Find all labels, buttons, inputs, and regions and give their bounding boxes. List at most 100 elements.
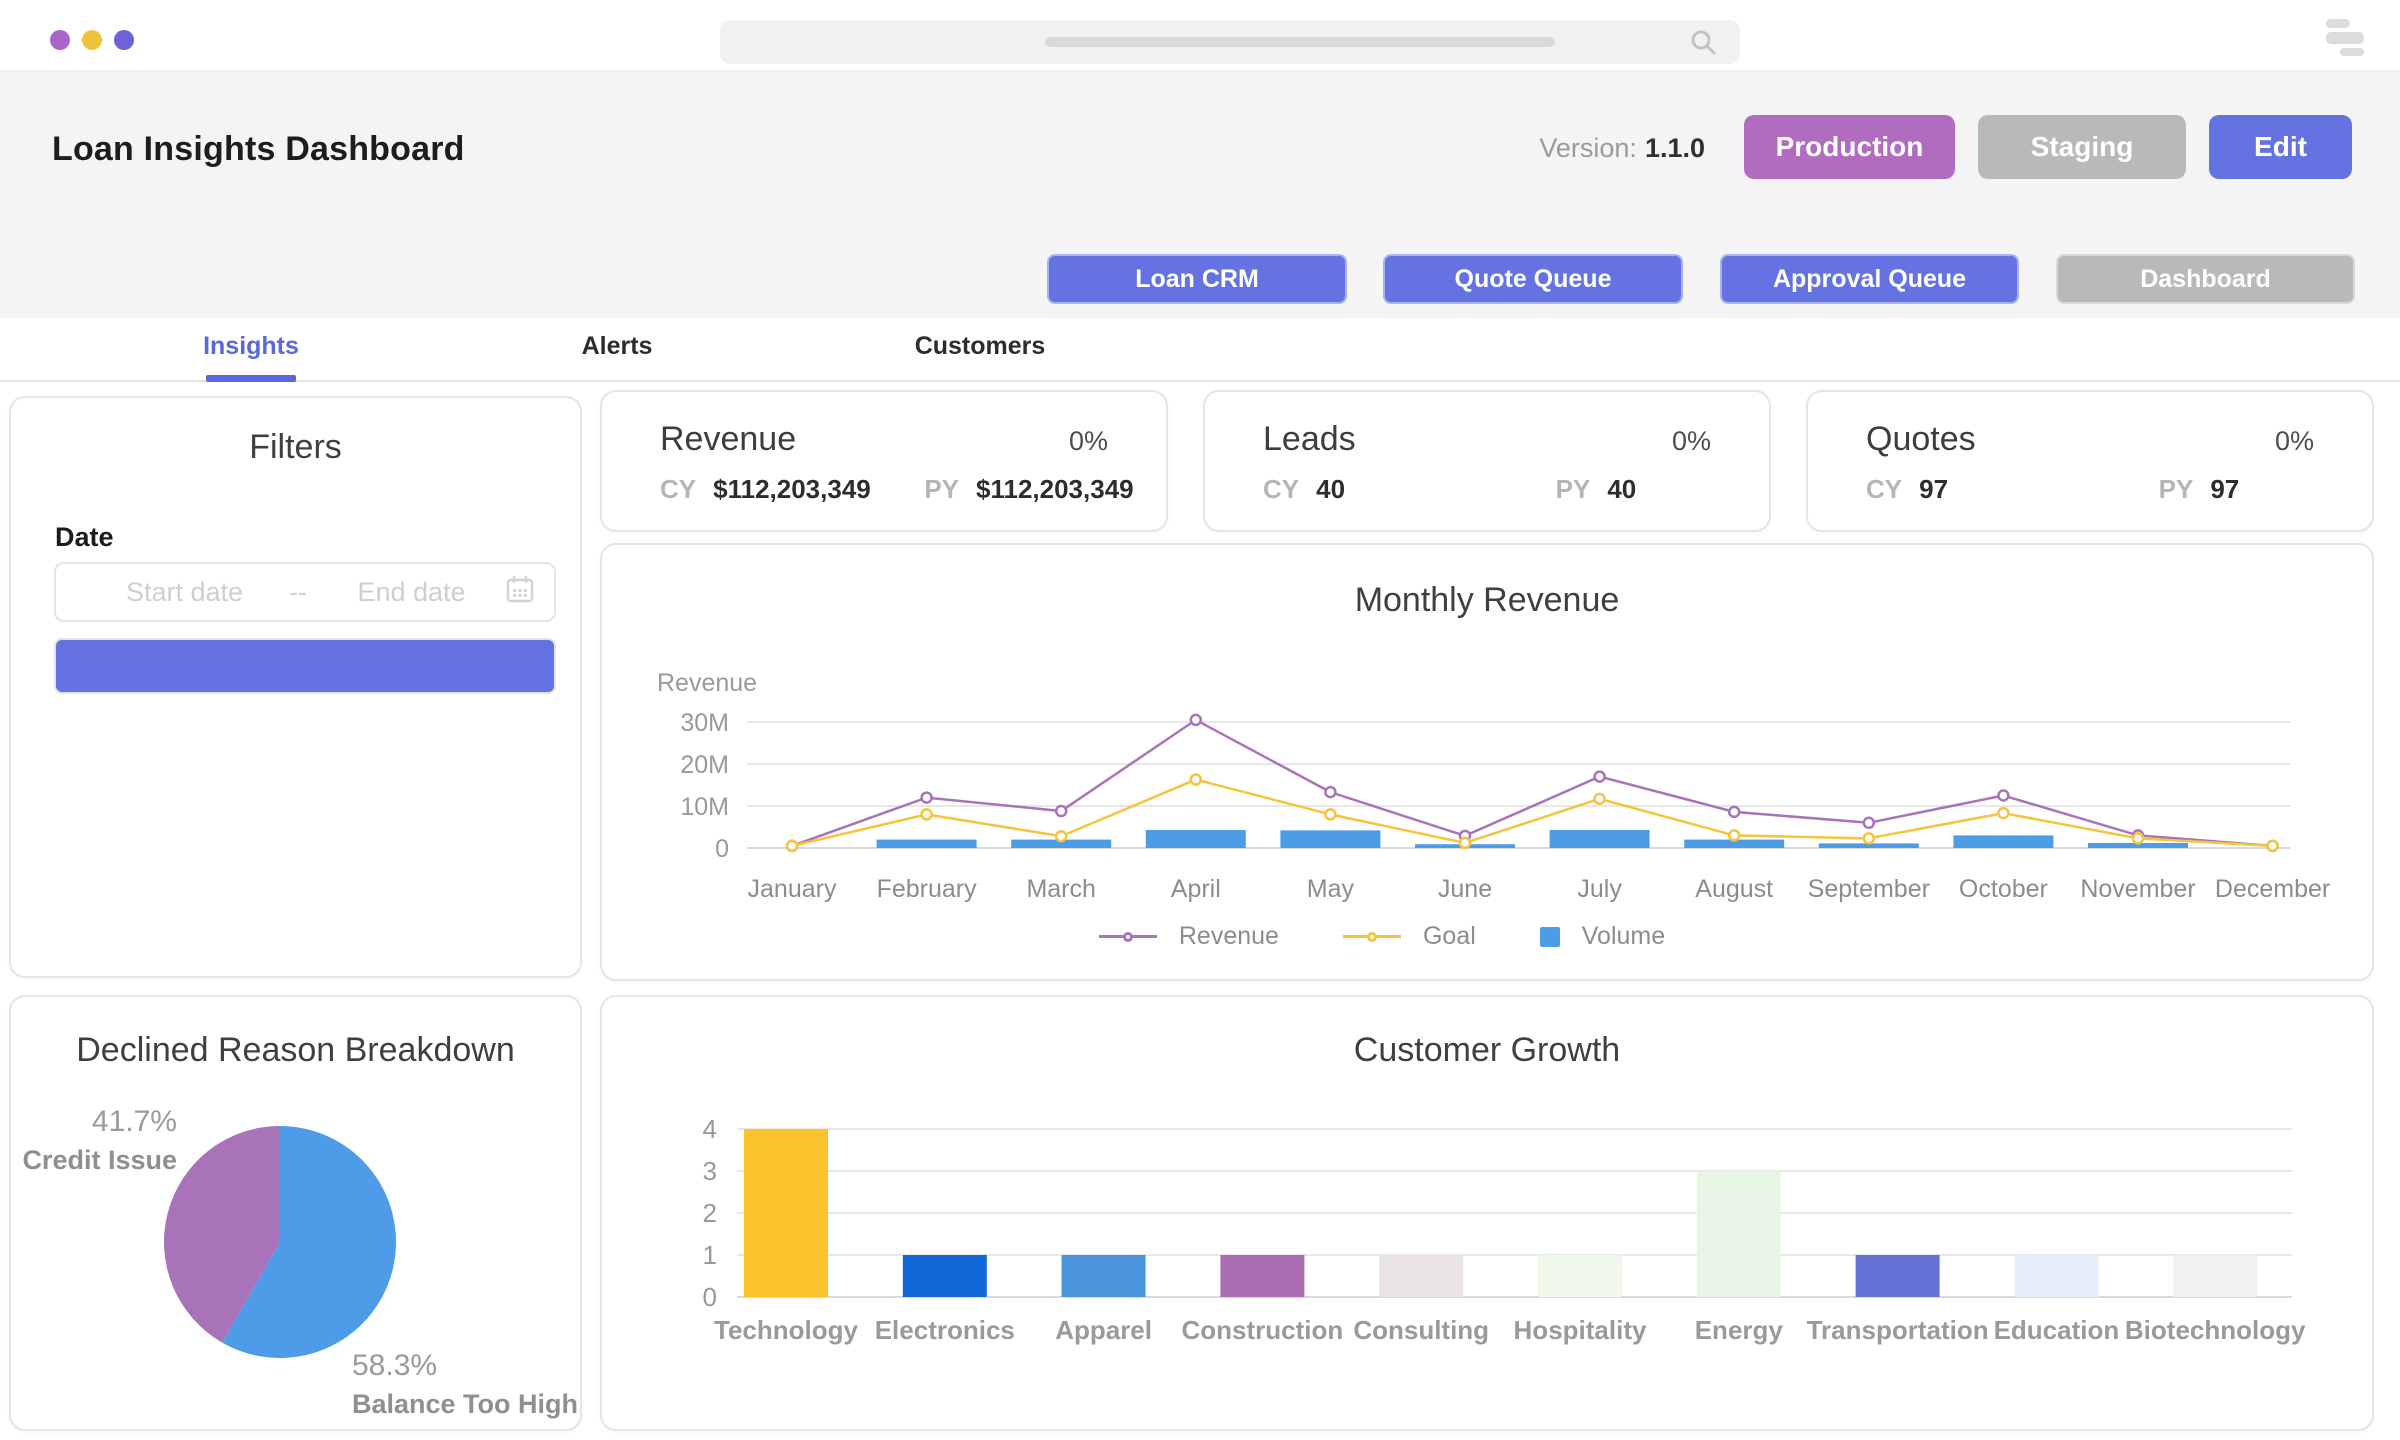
x-tick-label: Biotechnology xyxy=(2125,1315,2306,1345)
x-tick-label: April xyxy=(1171,875,1221,903)
growth-bar-apparel xyxy=(1061,1255,1146,1297)
customer-growth-chart: 4 3 2 1 0Technology Electronics Apparel Constru… xyxy=(703,1114,2306,1345)
py-label: PY xyxy=(1555,474,1591,504)
window-control-dot-2[interactable] xyxy=(82,30,102,50)
growth-bar-biotechnology xyxy=(2173,1255,2258,1297)
address-search-bar[interactable] xyxy=(720,20,1740,64)
date-filter-label: Date xyxy=(55,522,114,552)
cy-label: CY xyxy=(1263,474,1300,504)
goal-point-August xyxy=(1727,829,1741,842)
window-controls xyxy=(50,30,134,50)
cy-label: CY xyxy=(1866,474,1903,504)
goal-point-September xyxy=(1862,832,1876,845)
x-tick-label: Technology xyxy=(714,1315,859,1345)
x-tick-label: March xyxy=(1026,875,1095,903)
apply-filters-button[interactable] xyxy=(54,638,556,694)
legend-marker-icon xyxy=(1366,931,1377,942)
goal-point-July xyxy=(1593,792,1606,806)
x-tick-label: July xyxy=(1577,875,1622,903)
cy-label: CY xyxy=(660,474,697,504)
goal-point-June xyxy=(1458,836,1472,850)
py-value: $112,203,349 xyxy=(976,474,1134,504)
nav-button-loan-crm[interactable]: Loan CRM xyxy=(1047,254,1347,304)
revenue-point-October xyxy=(1997,789,2010,802)
x-tick-label: Energy xyxy=(1695,1315,1784,1345)
tab-bar: Insights Alerts Customers xyxy=(0,318,2400,382)
search-icon xyxy=(1688,27,1718,62)
growth-bar-technology xyxy=(744,1129,828,1297)
window-control-dot-1[interactable] xyxy=(50,30,70,50)
x-tick-label: Hospitality xyxy=(1514,1315,1647,1345)
staging-button[interactable]: Staging xyxy=(1978,115,2186,179)
pie-percent: 58.3% xyxy=(352,1349,438,1382)
legend-swatch-icon xyxy=(1342,931,1401,942)
x-tick-label: Consulting xyxy=(1353,1315,1489,1345)
growth-bar-education xyxy=(2014,1255,2099,1297)
stacked-bars-icon[interactable] xyxy=(2326,19,2366,56)
x-tick-label: August xyxy=(1695,875,1773,903)
cy-value: $112,203,349 xyxy=(713,474,871,504)
kpi-delta: 0% xyxy=(2274,426,2314,456)
y-tick-label: 3 xyxy=(703,1156,717,1186)
pie-percent: 41.7% xyxy=(91,1105,177,1138)
kpi-delta: 0% xyxy=(1671,426,1711,456)
volume-bar-October xyxy=(1953,835,2054,848)
py-value: 97 xyxy=(2210,474,2240,504)
kpi-card-quotes: Quotes 0% CY 97 PY 97 xyxy=(1806,390,2374,532)
legend-label: Volume xyxy=(1581,922,1666,950)
edit-button[interactable]: Edit xyxy=(2209,115,2352,179)
kpi-values-row: CY 97 PY 97 xyxy=(1866,474,2338,508)
goal-point-April xyxy=(1189,773,1203,786)
goal-point-November xyxy=(2131,832,2145,845)
window-control-dot-3[interactable] xyxy=(114,30,134,50)
kpi-delta: 0% xyxy=(1068,426,1108,456)
declined-reason-card: Declined Reason Breakdown 41.7% Credit I… xyxy=(9,995,582,1431)
chart-legend: Revenue Goal Volume xyxy=(602,922,2372,951)
goal-point-October xyxy=(1997,806,2010,820)
legend-item-revenue[interactable]: Revenue xyxy=(1098,922,1279,951)
cy-value: 40 xyxy=(1316,474,1346,504)
x-tick-label: January xyxy=(748,875,837,903)
x-tick-label: February xyxy=(877,875,978,903)
growth-bar-hospitality xyxy=(1538,1255,1622,1297)
legend-item-goal[interactable]: Goal xyxy=(1342,922,1476,951)
legend-label: Revenue xyxy=(1178,922,1279,950)
y-tick-label: 0 xyxy=(703,1282,717,1312)
growth-bar-consulting xyxy=(1379,1255,1464,1297)
revenue-point-September xyxy=(1862,816,1876,830)
goal-point-May xyxy=(1324,808,1337,821)
kpi-card-leads: Leads 0% CY 40 PY 40 xyxy=(1203,390,1771,532)
nav-button-dashboard[interactable]: Dashboard xyxy=(2056,254,2355,304)
nav-button-approval-queue[interactable]: Approval Queue xyxy=(1720,254,2019,304)
legend-item-volume[interactable]: Volume xyxy=(1539,922,1666,951)
legend-marker-icon xyxy=(1122,931,1133,942)
x-tick-label: Apparel xyxy=(1055,1315,1152,1345)
kpi-values-row: CY 40 PY 40 xyxy=(1263,474,1735,508)
x-tick-label: November xyxy=(2080,875,2195,903)
volume-bar-May xyxy=(1280,830,1381,848)
address-placeholder-pill xyxy=(1045,37,1555,47)
y-tick-label: 4 xyxy=(703,1114,717,1144)
tab-insights[interactable]: Insights xyxy=(176,318,326,374)
kpi-title: Revenue xyxy=(660,420,797,458)
volume-bar-February xyxy=(876,839,977,848)
date-range-input[interactable]: Start date -- End date xyxy=(54,562,556,622)
dashboard-header: Loan Insights Dashboard Version: 1.1.0 Pr… xyxy=(0,72,2400,318)
version-info: Version: 1.1.0 xyxy=(1539,131,1705,165)
tab-customers[interactable]: Customers xyxy=(900,318,1060,374)
y-tick-label: 30M xyxy=(680,709,729,737)
nav-button-quote-queue[interactable]: Quote Queue xyxy=(1383,254,1683,304)
production-button[interactable]: Production xyxy=(1744,115,1955,179)
date-range-separator: -- xyxy=(289,576,307,607)
y-tick-label: 1 xyxy=(703,1240,717,1270)
py-label: PY xyxy=(2158,474,2194,504)
py-value: 40 xyxy=(1607,474,1637,504)
revenue-point-May xyxy=(1324,785,1337,799)
tab-alerts[interactable]: Alerts xyxy=(542,318,692,374)
y-tick-label: 10M xyxy=(680,793,729,821)
y-tick-label: 20M xyxy=(680,751,729,779)
y-tick-label: 2 xyxy=(703,1198,717,1228)
pie-slice-name: Balance Too High xyxy=(352,1389,579,1419)
growth-bar-construction xyxy=(1220,1255,1305,1297)
kpi-values-row: CY $112,203,349 PY $112,203,349 xyxy=(660,474,1134,508)
